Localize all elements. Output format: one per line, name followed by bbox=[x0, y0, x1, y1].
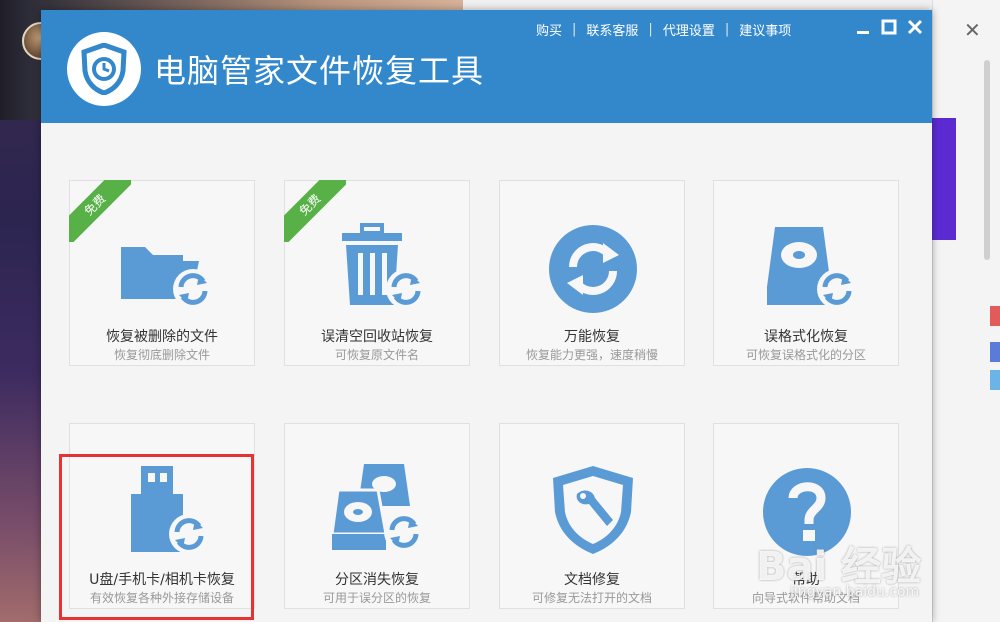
card-partition-recovery[interactable]: 分区消失恢复 可用于误分区的恢复 bbox=[284, 423, 470, 609]
maximize-icon[interactable] bbox=[879, 17, 899, 37]
card-document-repair[interactable]: 文档修复 可修复无法打开的文档 bbox=[499, 423, 685, 609]
title-bar: 电脑管家文件恢复工具 购买 | 联系客服 | 代理设置 | 建议事项 bbox=[41, 10, 932, 123]
trash-restore-icon bbox=[342, 223, 426, 309]
card-universal-recovery[interactable]: 万能恢复 恢复能力更强，速度稍慢 bbox=[499, 180, 685, 366]
card-recycle-bin-recovery[interactable]: 免费 误清空回收站恢复 可恢复原文件名 bbox=[284, 180, 470, 366]
side-icon-blue bbox=[990, 342, 1000, 362]
menu-support[interactable]: 联系客服 bbox=[576, 20, 648, 39]
menu-buy[interactable]: 购买 bbox=[526, 20, 572, 39]
highlight-box bbox=[59, 454, 254, 620]
card-title: 分区消失恢复 bbox=[335, 572, 419, 588]
top-menu: 购买 | 联系客服 | 代理设置 | 建议事项 bbox=[526, 19, 801, 39]
disk-format-restore-icon bbox=[767, 227, 857, 309]
app-logo-icon bbox=[67, 32, 141, 106]
card-title: 误格式化恢复 bbox=[764, 329, 848, 345]
card-title: 恢复被删除的文件 bbox=[106, 329, 218, 345]
watermark-url: jingyan.baidu.com bbox=[790, 584, 920, 600]
card-description: 可恢复误格式化的分区 bbox=[745, 348, 866, 362]
card-description: 恢复能力更强，速度稍慢 bbox=[525, 348, 658, 362]
browser-scrollbar[interactable] bbox=[984, 60, 990, 260]
document-repair-icon bbox=[553, 466, 633, 554]
universal-restore-icon bbox=[549, 225, 637, 313]
close-icon[interactable] bbox=[905, 17, 925, 37]
browser-banner bbox=[932, 118, 956, 240]
card-description: 可恢复原文件名 bbox=[334, 348, 419, 362]
folder-restore-icon bbox=[121, 247, 213, 309]
minimize-icon[interactable] bbox=[853, 17, 873, 37]
browser-close-icon[interactable]: ✕ bbox=[964, 18, 981, 42]
window-controls bbox=[853, 17, 925, 37]
card-format-recovery[interactable]: 误格式化恢复 可恢复误格式化的分区 bbox=[713, 180, 899, 366]
card-description: 恢复彻底删除文件 bbox=[113, 348, 210, 362]
side-icon-lightblue bbox=[990, 370, 1000, 390]
card-title: 文档修复 bbox=[564, 572, 620, 588]
card-description: 可用于误分区的恢复 bbox=[322, 591, 431, 605]
card-recover-deleted-files[interactable]: 免费 恢复被删除的文件 恢复彻底删除文件 bbox=[69, 180, 255, 366]
card-title: 万能恢复 bbox=[564, 329, 620, 345]
card-title: 误清空回收站恢复 bbox=[321, 329, 433, 345]
app-title: 电脑管家文件恢复工具 bbox=[154, 52, 485, 90]
menu-suggestions[interactable]: 建议事项 bbox=[729, 20, 801, 39]
partition-restore-icon bbox=[330, 464, 424, 552]
menu-proxy-settings[interactable]: 代理设置 bbox=[653, 20, 725, 39]
side-icon-red bbox=[990, 306, 1000, 326]
card-description: 可修复无法打开的文档 bbox=[531, 591, 652, 605]
